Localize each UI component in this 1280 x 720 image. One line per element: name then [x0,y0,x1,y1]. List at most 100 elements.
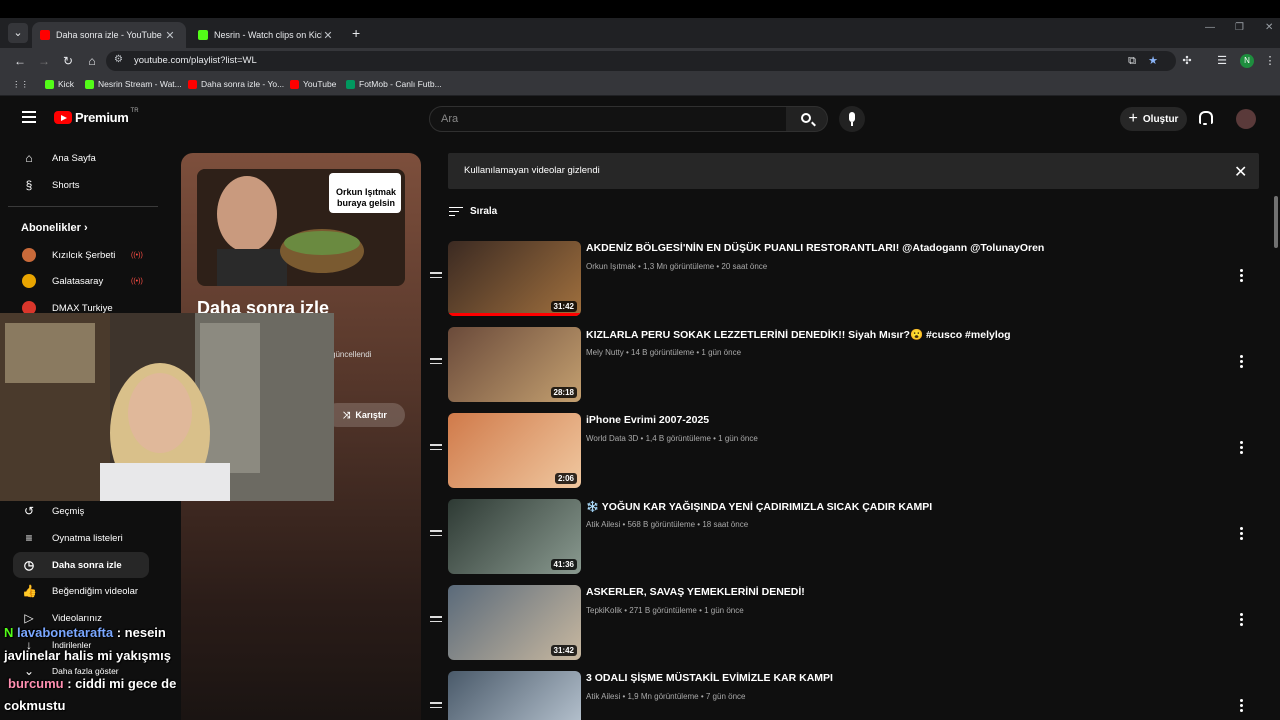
tab-youtube[interactable]: Daha sonra izle - YouTube ✕ [32,22,186,48]
more-actions-icon[interactable] [1240,355,1244,369]
create-button[interactable]: + Oluştur [1120,107,1187,131]
bookmark-label: FotMob - Canlı Futb... [359,79,442,89]
apps-grid-icon[interactable]: ⋮⋮ [12,79,29,90]
more-actions-icon[interactable] [1240,699,1244,713]
video-thumbnail[interactable]: 31:42 [448,241,581,316]
bookmark-fotmob[interactable]: FotMob - Canlı Futb... [346,79,442,89]
close-icon[interactable]: ✕ [1234,162,1247,182]
video-thumbnail[interactable] [448,671,581,720]
tab-search-button[interactable]: ⌄ [8,23,28,43]
video-row[interactable]: 31:42 ASKERLER, SAVAŞ YEMEKLERİNİ DENEDİ!… [428,585,1258,665]
video-title[interactable]: 3 ODALI ŞİŞME MÜSTAKİL EVİMİZLE KAR KAMP… [586,672,833,684]
drag-handle-icon[interactable] [430,702,442,710]
back-icon[interactable]: ← [12,53,28,69]
drag-handle-icon[interactable] [430,530,442,538]
more-actions-icon[interactable] [1240,613,1244,627]
shuffle-button[interactable]: ⤨ Karıştır [325,403,405,427]
account-avatar[interactable] [1236,109,1256,129]
close-tab-icon[interactable]: ✕ [322,29,334,42]
video-title[interactable]: iPhone Evrimi 2007-2025 [586,414,709,426]
video-thumbnail[interactable]: 31:42 [448,585,581,660]
bookmark-kick[interactable]: Kick [45,79,74,89]
tab-title: Nesrin - Watch clips on Kick [214,30,322,40]
sidebar-item-shorts[interactable]: § Shorts [13,172,149,198]
more-actions-icon[interactable] [1240,441,1244,455]
site-info-icon[interactable]: ⚙ [114,54,123,65]
sidebar-item-galatasaray[interactable]: Galatasaray [13,268,149,294]
reload-icon[interactable]: ↻ [60,53,76,69]
channel-avatar [22,274,36,288]
chat-message-continuation: cokmustu [4,698,66,713]
search-button[interactable] [786,106,828,132]
video-title[interactable]: ❄️ YOĞUN KAR YAĞIŞINDA YENİ ÇADIRIMIZLA … [586,500,932,513]
webcam-overlay [0,313,334,501]
sidebar-item-playlists[interactable]: ≡ Oynatma listeleri [13,525,149,551]
address-bar[interactable]: ⚙ youtube.com/playlist?list=WL [106,51,1176,71]
video-thumbnail[interactable]: 2:06 [448,413,581,488]
bookmark-youtube[interactable]: YouTube [290,79,336,89]
profile-avatar[interactable]: N [1240,54,1254,68]
video-row[interactable]: 3 ODALI ŞİŞME MÜSTAKİL EVİMİZLE KAR KAMP… [428,671,1258,720]
video-duration: 41:36 [550,559,577,570]
voice-search-mic-icon[interactable] [839,106,865,132]
your-videos-icon: ▷ [24,611,34,625]
install-app-icon[interactable]: ⧉ [1124,53,1140,69]
bookmark-nesrin-stream[interactable]: Nesrin Stream - Wat... [85,79,182,89]
video-row[interactable]: 31:42 AKDENİZ BÖLGESİ'NİN EN DÜŞÜK PUANLI… [428,241,1258,321]
reading-list-icon[interactable]: ☰ [1214,53,1230,69]
drag-handle-icon[interactable] [430,444,442,452]
home-icon[interactable]: ⌂ [84,53,100,69]
video-row[interactable]: 41:36 ❄️ YOĞUN KAR YAĞIŞINDA YENİ ÇADIRIM… [428,499,1258,579]
more-actions-icon[interactable] [1240,269,1244,283]
drag-handle-icon[interactable] [430,272,442,280]
sort-icon [449,206,463,217]
video-title[interactable]: ASKERLER, SAVAŞ YEMEKLERİNİ DENEDİ! [586,586,805,598]
sidebar-item-kizilcik-serbeti[interactable]: Kızılcık Şerbeti [13,242,149,268]
screen: ⌄ Daha sonra izle - YouTube ✕ Nesrin - W… [0,0,1280,720]
chat-message: burcumu : ciddi mi gece de [8,676,176,691]
tab-strip: ⌄ Daha sonra izle - YouTube ✕ Nesrin - W… [0,18,1280,48]
video-row[interactable]: 2:06 iPhone Evrimi 2007-2025 World Data 3D… [428,413,1258,493]
kick-favicon-icon [198,30,208,40]
playlist-updated: güncellendi [331,350,372,359]
chat-username: lavabonetarafta [17,625,114,640]
close-window-icon[interactable]: ✕ [1265,22,1273,33]
forward-icon[interactable]: → [36,53,52,69]
notifications-bell-icon[interactable] [1198,110,1213,126]
more-actions-icon[interactable] [1240,527,1244,541]
youtube-logo[interactable]: Premium TR [54,108,139,125]
history-icon: ↺ [23,504,35,518]
subscriptions-header[interactable]: Abonelikler › [21,222,88,234]
sidebar-item-history[interactable]: ↺ Geçmiş [13,498,149,524]
drag-handle-icon[interactable] [430,358,442,366]
page-scrollbar[interactable] [1274,196,1278,248]
live-icon: ((•)) [131,252,143,259]
video-meta: Mely Nutty • 14 B görüntüleme • 1 gün ön… [586,348,742,357]
video-thumbnail[interactable]: 28:18 [448,327,581,402]
video-row[interactable]: 28:18 KIZLARLA PERU SOKAK LEZZETLERİNİ DE… [428,327,1258,407]
sidebar-item-watch-later[interactable]: ◷ Daha sonra izle [13,552,149,578]
sidebar-item-liked-videos[interactable]: 👍 Beğendiğim videolar [13,578,149,604]
bookmark-watch-later[interactable]: Daha sonra izle - Yo... [188,79,284,89]
bookmarks-bar: ⋮⋮ Kick Nesrin Stream - Wat... Daha sonr… [0,74,1280,96]
video-thumbnail[interactable]: 41:36 [448,499,581,574]
youtube-header: Premium TR Ara + Oluştur [0,96,1280,140]
search-input[interactable]: Ara [429,106,787,132]
restore-icon[interactable]: ❐ [1235,22,1244,33]
extensions-icon[interactable]: ✣ [1179,53,1195,69]
sidebar-item-label: Kızılcık Şerbeti [52,249,116,261]
tab-kick[interactable]: Nesrin - Watch clips on Kick ✕ [190,22,344,48]
new-tab-button[interactable]: + [352,25,360,41]
drag-handle-icon[interactable] [430,616,442,624]
hamburger-menu-icon[interactable] [22,111,36,123]
minimize-icon[interactable]: — [1205,22,1215,33]
sort-button[interactable]: Sırala [449,206,497,217]
video-meta: Atik Ailesi • 568 B görüntüleme • 18 saa… [586,520,749,529]
playlist-thumbnail[interactable]: Orkun Işıtmak buraya gelsin [197,169,405,286]
video-title[interactable]: KIZLARLA PERU SOKAK LEZZETLERİNİ DENEDİK… [586,328,1011,341]
sidebar-item-home[interactable]: ⌂ Ana Sayfa [13,145,149,171]
close-tab-icon[interactable]: ✕ [164,29,176,42]
bookmark-star-icon[interactable]: ★ [1145,53,1161,69]
menu-dots-icon[interactable]: ⋮ [1262,53,1278,69]
video-title[interactable]: AKDENİZ BÖLGESİ'NİN EN DÜŞÜK PUANLI REST… [586,242,1044,254]
